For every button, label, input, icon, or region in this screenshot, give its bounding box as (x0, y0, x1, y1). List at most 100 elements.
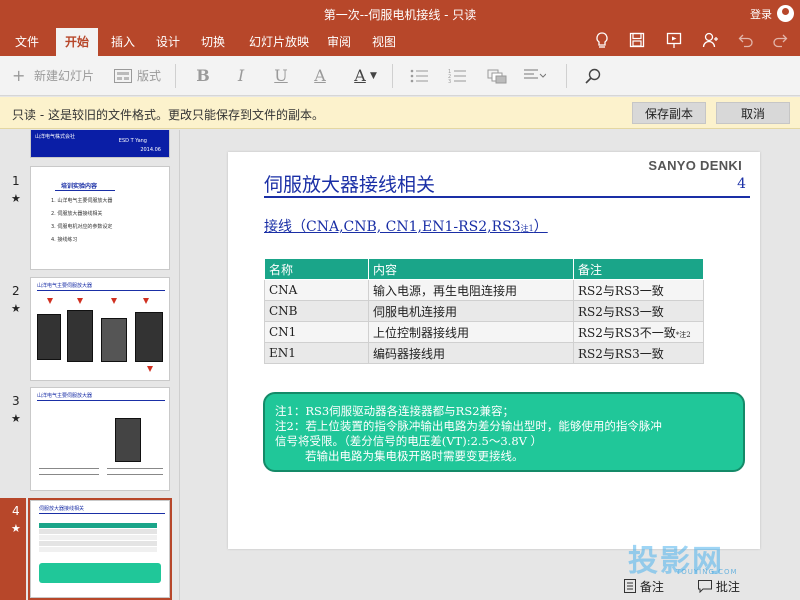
notes-icon (624, 579, 636, 593)
login-link[interactable]: 登录 (750, 6, 772, 22)
table-header-row: 名称 内容 备注 (264, 258, 704, 280)
note-line: 若输出电路为集电极开路时需要变更接线。 (305, 449, 524, 463)
brand-logo: SANYO DENKI (648, 158, 742, 173)
save-copy-button[interactable]: 保存副本 (632, 102, 706, 124)
star-icon: ★ (11, 302, 21, 315)
servo-amplifier-image (101, 318, 127, 362)
layout-button[interactable]: 版式 (137, 66, 161, 86)
thumb-text-line (39, 474, 99, 475)
thumb-item: 1. 山洋电气主要伺服放大器 (51, 198, 113, 204)
thumb-title: 山洋电气主要伺服放大器 (37, 283, 93, 289)
underline-button[interactable]: U (272, 66, 290, 86)
thumbnail-slide-2[interactable]: 山洋电气主要伺服放大器 (30, 277, 170, 381)
title-rule (264, 196, 750, 198)
thumb-text-line (107, 474, 163, 475)
tab-transitions[interactable]: 切换 (194, 28, 232, 56)
thumbnail-cover-partial[interactable]: 山洋电气株式会社 ESD T Yang 2014.06 (30, 130, 170, 158)
svg-text:3: 3 (448, 79, 451, 84)
red-arrow-icon (147, 366, 153, 372)
lightbulb-icon[interactable] (592, 32, 612, 52)
table-cell: EN1 (264, 342, 369, 364)
thumb-notebox (39, 563, 161, 583)
table-header-cell: 备注 (573, 258, 704, 280)
thumbnail-number: 1 (12, 174, 20, 188)
thumb-rule (39, 513, 165, 514)
window-title: 第一次--伺服电机接线 - 只读 (323, 8, 477, 22)
thumb-rule (55, 190, 115, 191)
table-row: CNA 输入电源，再生电阻连接用 RS2与RS3一致 (264, 279, 704, 301)
thumbnail-number: 3 (12, 394, 20, 408)
tab-insert[interactable]: 插入 (104, 28, 142, 56)
red-arrow-icon (143, 298, 149, 304)
bullet-list-icon[interactable] (410, 66, 428, 86)
undo-icon[interactable] (736, 32, 756, 52)
thumb-table-row (39, 541, 157, 546)
thumbnail-slide-3[interactable]: 山洋电气主要伺服放大器 (30, 387, 170, 491)
tab-home[interactable]: 开始 (56, 28, 98, 56)
servo-amplifier-image (115, 418, 141, 462)
thumb-text-line (107, 468, 163, 469)
table-header-cell: 内容 (368, 258, 574, 280)
slide-title[interactable]: 伺服放大器接线相关 (264, 170, 435, 197)
tab-slideshow[interactable]: 幻灯片放映 (238, 28, 320, 56)
thumbnail-slide-1[interactable]: 培训实验内容 1. 山洋电气主要伺服放大器 2. 伺服放大器接线相关 3. 伺服… (30, 166, 170, 270)
table-cell: CNB (264, 300, 369, 322)
red-arrow-icon (47, 298, 53, 304)
thumb-cover-right: ESD T Yang (118, 138, 147, 144)
table-cell: CN1 (264, 321, 369, 343)
paragraph-format-icon[interactable] (524, 66, 547, 86)
slide-thumbnail-pane[interactable]: 山洋电气株式会社 ESD T Yang 2014.06 1 ★ 培训实验内容 1… (0, 130, 180, 600)
cancel-button[interactable]: 取消 (716, 102, 790, 124)
font-color-button[interactable]: A (351, 66, 369, 86)
subtitle-text: 接线（CNA,CNB, CN1,EN1-RS2,RS3 (264, 219, 521, 235)
tab-view[interactable]: 视图 (363, 28, 405, 56)
avatar[interactable] (777, 5, 794, 22)
highlight-button[interactable]: A (311, 66, 329, 86)
notes-callout-box[interactable]: 注1：RS3伺服驱动器各连接器都与RS2兼容； 注2：若上位装置的指令脉冲输出电… (263, 392, 745, 472)
thumb-text-line (39, 468, 99, 469)
slide-page-number: 4 (737, 176, 746, 192)
tab-file[interactable]: 文件 (6, 28, 48, 56)
table-row: CN1 上位控制器接线用 RS2与RS3不一致*注2 (264, 321, 704, 343)
star-icon: ★ (11, 412, 21, 425)
save-icon[interactable] (627, 32, 647, 52)
plus-icon[interactable]: + (12, 66, 25, 86)
search-icon[interactable] (585, 66, 601, 86)
subtitle-end: ） (533, 219, 548, 235)
servo-amplifier-image (135, 312, 163, 362)
layout-icon[interactable] (114, 66, 132, 86)
ribbon-toolbar: + 新建幻灯片 版式 B I U A A ▼ 123 (0, 56, 800, 96)
thumb-title: 山洋电气主要伺服放大器 (37, 393, 93, 399)
italic-button[interactable]: I (232, 66, 250, 86)
share-person-icon[interactable] (700, 32, 720, 52)
toolbar-divider (175, 64, 176, 88)
star-icon: ★ (11, 192, 21, 205)
thumbnail-slide-4[interactable]: 伺服放大器接线相关 (30, 500, 170, 598)
thumbnail-number: 4 (12, 504, 20, 518)
present-icon[interactable] (664, 32, 684, 52)
notes-button[interactable]: 备注 (624, 578, 664, 596)
thumb-cover-company: 山洋电气株式会社 (35, 134, 76, 140)
tab-review[interactable]: 审阅 (320, 28, 358, 56)
bold-button[interactable]: B (194, 66, 212, 86)
chevron-down-icon[interactable]: ▼ (370, 66, 377, 86)
readonly-bar: 只读 - 这是较旧的文件格式。更改只能保存到文件的副本。 保存副本 取消 (0, 97, 800, 129)
thumb-title: 培训实验内容 (61, 183, 98, 190)
redo-icon[interactable] (770, 32, 790, 52)
table-cell: 编码器接线用 (368, 342, 574, 364)
thumb-table-row (39, 535, 157, 540)
table-row: EN1 编码器接线用 RS2与RS3一致 (264, 342, 704, 364)
title-bar: 第一次--伺服电机接线 - 只读 登录 (0, 0, 800, 28)
tab-design[interactable]: 设计 (149, 28, 187, 56)
current-slide[interactable]: 伺服放大器接线相关 SANYO DENKI 4 接线（CNA,CNB, CN1,… (228, 152, 760, 549)
new-slide-button[interactable]: 新建幻灯片 (34, 66, 94, 86)
red-arrow-icon (77, 298, 83, 304)
toolbar-divider (566, 64, 567, 88)
numbered-list-icon[interactable]: 123 (448, 66, 466, 86)
comments-button[interactable]: 批注 (698, 578, 740, 596)
connector-table[interactable]: 名称 内容 备注 CNA 输入电源，再生电阻连接用 RS2与RS3一致 CNB … (264, 258, 704, 364)
red-arrow-icon (111, 298, 117, 304)
shapes-icon[interactable] (487, 66, 507, 86)
thumb-table-header (39, 523, 157, 528)
slide-subtitle[interactable]: 接线（CNA,CNB, CN1,EN1-RS2,RS3注1） (264, 216, 548, 236)
